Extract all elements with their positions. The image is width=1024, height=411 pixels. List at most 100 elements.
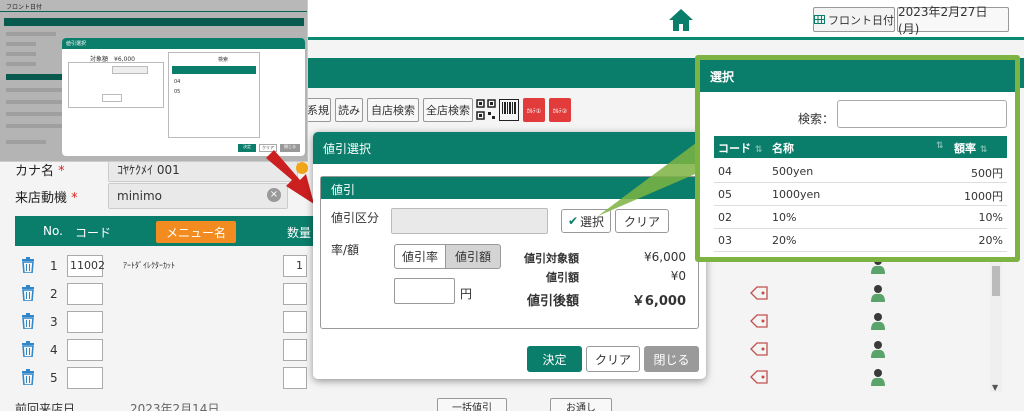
trash-icon[interactable] (21, 313, 35, 329)
read-button[interactable]: 読み (335, 98, 363, 122)
row-name: 1000yen (772, 188, 821, 201)
code-input[interactable] (67, 283, 103, 305)
qty-input[interactable] (283, 367, 307, 389)
table-row[interactable]: 05 1000yen 1000円 (714, 183, 1007, 206)
staff-icon[interactable] (870, 340, 886, 358)
staff-icon[interactable] (870, 312, 886, 330)
front-date-label: フロント日付 (828, 13, 894, 27)
select-button[interactable]: ✔ 選択 (561, 209, 611, 233)
check-icon: ✔ (567, 214, 579, 228)
target-amount-value: ¥6,000 (644, 250, 686, 264)
discount-tag-icon[interactable] (750, 314, 768, 328)
visit-button[interactable]: お通し (550, 398, 612, 411)
code-input[interactable] (67, 339, 103, 361)
row-code: 04 (718, 165, 732, 178)
discount-tag-icon[interactable] (750, 286, 768, 300)
code-input[interactable] (67, 367, 103, 389)
visit-motive-field[interactable]: minimo (108, 183, 288, 209)
qty-input[interactable] (283, 311, 307, 333)
partial-button[interactable]: 系規 (305, 98, 331, 122)
search-label: 検索： (798, 112, 835, 126)
select-table-header: コード ⇅ 名称 ⇅ 額率 ⇅ (714, 136, 1007, 158)
thumbnail-discount-field (112, 66, 148, 74)
staff-icon[interactable] (870, 368, 886, 386)
col-no: No. (43, 224, 63, 238)
code-input[interactable]: 11002 (67, 255, 105, 277)
row-name: 500yen (772, 165, 814, 178)
prev-visit-value: 2023年2月14日 (130, 402, 220, 411)
trash-icon[interactable] (21, 341, 35, 357)
col-code: コード (75, 226, 112, 240)
clear-discount-button[interactable]: クリア (615, 209, 669, 233)
thumbnail-modal-title: 値引選択 (62, 38, 305, 49)
discount-amount-input[interactable] (394, 278, 455, 304)
qty-input[interactable] (283, 283, 307, 305)
thumbnail-amount-field (102, 94, 122, 102)
all-store-search-button[interactable]: 全店検索 (423, 98, 473, 122)
discount-amount-value: ¥0 (670, 269, 686, 283)
rate-amount-label: 率/額 (331, 243, 360, 257)
own-store-search-button[interactable]: 自店検索 (367, 98, 419, 122)
barcode-icon[interactable] (499, 99, 519, 121)
row-number: 5 (50, 371, 58, 385)
trash-icon[interactable] (21, 285, 35, 301)
bulk-discount-button[interactable]: 一括値引 (437, 398, 507, 411)
discount-tag-icon[interactable] (750, 370, 768, 384)
col-code-header[interactable]: コード ⇅ (718, 140, 762, 156)
row-number: 1 (50, 259, 58, 273)
row-value: 10% (978, 211, 1003, 224)
discount-tag-icon[interactable] (750, 342, 768, 356)
karte-1-button[interactable]: ｶﾙﾃ① (523, 98, 545, 122)
front-date-button[interactable]: フロント日付 (813, 7, 895, 32)
trash-icon[interactable] (21, 369, 35, 385)
thumbnail-search: 検索 (218, 57, 229, 63)
qty-input[interactable]: 1 (283, 255, 307, 277)
scroll-thumb[interactable] (992, 266, 1000, 296)
rate-toggle[interactable]: 値引率 (394, 244, 446, 269)
vertical-scrollbar[interactable]: ▼ (990, 262, 1002, 392)
menu-name-button[interactable]: メニュー名 (156, 221, 236, 243)
discount-section-title: 値引 (321, 177, 698, 199)
row-code: 02 (718, 211, 732, 224)
search-input[interactable] (837, 100, 1007, 128)
col-rate-header[interactable]: 額率 ⇅ (954, 140, 987, 156)
decide-button[interactable]: 決定 (527, 346, 582, 372)
staff-icon[interactable] (870, 284, 886, 302)
menu-name: ｱｰﾄﾀﾞｲﾚｸﾀｰｶｯﾄ (123, 261, 175, 270)
qty-input[interactable] (283, 339, 307, 361)
table-row[interactable]: 02 10% 10% (714, 206, 1007, 229)
select-button-label: 選択 (580, 214, 605, 229)
sort-icon: ⇅ (979, 145, 988, 155)
trash-icon[interactable] (21, 257, 35, 273)
footer-clear-button[interactable]: クリア (586, 346, 640, 372)
col-name-header[interactable]: 名称 (772, 140, 794, 156)
thumbnail-decide-button: 決定 (238, 144, 256, 152)
yen-unit: 円 (460, 287, 473, 301)
select-panel: 選択 検索： コード ⇅ 名称 ⇅ 額率 ⇅ 04 500yen 500円 05… (695, 55, 1020, 262)
after-discount-label: 値引後額 (526, 294, 579, 309)
table-row[interactable]: 03 20% 20% (714, 229, 1007, 252)
front-date-value: 2023年2月27日(月) (897, 5, 1009, 36)
col-qty: 数量 (287, 226, 312, 240)
table-row[interactable]: 04 500yen 500円 (714, 160, 1007, 183)
home-icon[interactable] (668, 8, 694, 32)
code-input[interactable] (67, 311, 103, 333)
select-panel-title: 選択 (700, 60, 1015, 92)
thumbnail-select-box (168, 52, 260, 138)
sort-icon[interactable]: ⇅ (936, 141, 944, 151)
thumbnail-table-header (172, 66, 256, 74)
karte-2-button[interactable]: ｶﾙﾃ② (549, 98, 571, 122)
discount-select-modal: 値引選択 値引 値引区分 率/額 ✔ 選択 クリア 値引率 値引額 円 値引対象… (313, 132, 706, 379)
discount-type-field[interactable] (391, 208, 548, 234)
scroll-down-icon[interactable]: ▼ (992, 383, 998, 392)
discount-type-label: 値引区分 (331, 211, 380, 225)
row-name: 10% (772, 211, 797, 224)
row-code: 05 (718, 188, 732, 201)
modal-title: 値引選択 (313, 132, 706, 164)
target-amount-label: 値引対象額 (524, 252, 579, 265)
prev-visit-label: 前回来店日 (15, 402, 76, 411)
qr-code-icon[interactable] (476, 99, 496, 121)
close-button[interactable]: 閉じる (644, 346, 699, 372)
row-number: 3 (50, 315, 58, 329)
row-number: 4 (50, 343, 58, 357)
